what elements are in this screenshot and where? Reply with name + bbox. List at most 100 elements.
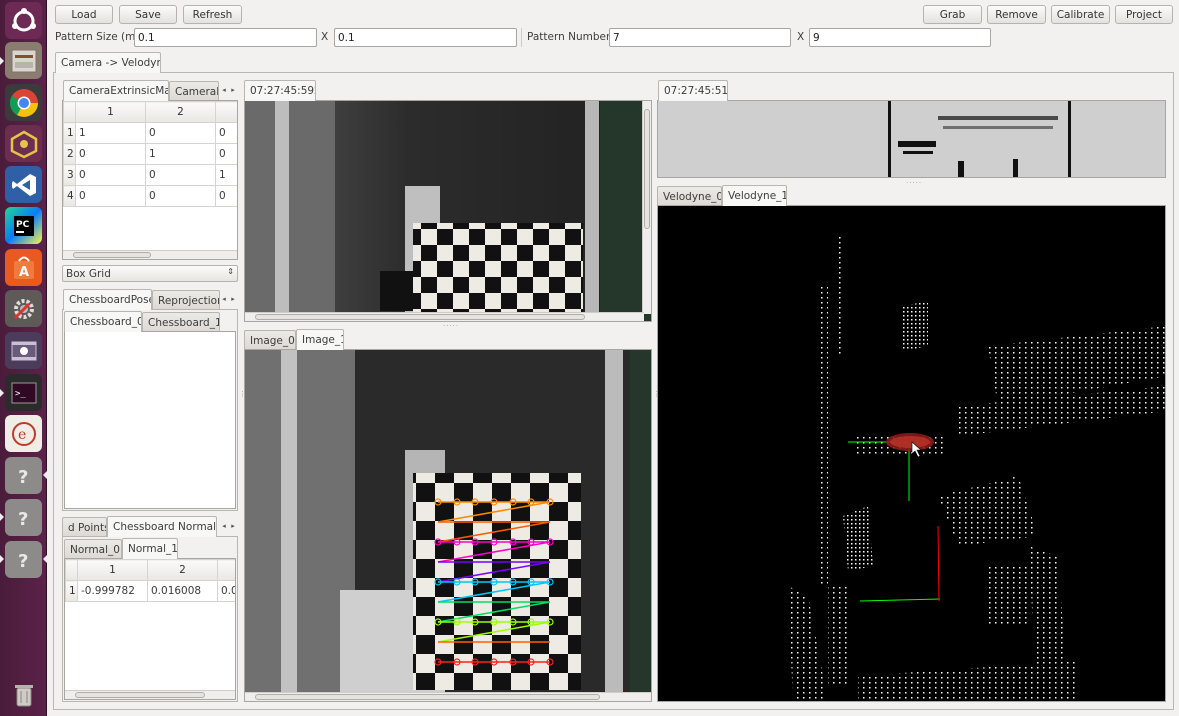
point-cloud-canvas xyxy=(788,211,1165,701)
tab-image-1[interactable]: Image_1 xyxy=(296,329,344,350)
svg-text:?: ? xyxy=(18,551,28,572)
column-header[interactable] xyxy=(217,559,235,581)
tab-chessboard-points[interactable]: d Points xyxy=(62,517,107,537)
tab-velodyne-0[interactable]: Velodyne_0 xyxy=(657,186,722,206)
tab-scroll-right-icon[interactable]: ▸ xyxy=(229,291,237,307)
tab-camera-extrinsic-mat[interactable]: CameraExtrinsicMat xyxy=(63,80,169,101)
x-separator: X xyxy=(321,31,329,43)
table-row: 3001 xyxy=(63,164,237,186)
pattern-size-x-input[interactable]: 0.1 xyxy=(134,28,317,47)
project-button[interactable]: Project xyxy=(1115,5,1173,24)
tab-camera-velodyne[interactable]: Camera -> Velodyne xyxy=(55,52,161,73)
tab-image-0[interactable]: Image_0 xyxy=(244,330,296,350)
files-icon[interactable] xyxy=(5,42,42,79)
table-cell[interactable]: 0 xyxy=(145,164,216,186)
tab-chessboard-1[interactable]: Chessboard_1 xyxy=(142,312,220,332)
tab-chessboard-normals[interactable]: Chessboard Normals xyxy=(107,516,217,537)
table-cell[interactable]: 0 xyxy=(145,122,216,144)
table-cell[interactable]: 0 xyxy=(75,185,146,207)
row-header[interactable]: 2 xyxy=(63,143,76,165)
table-cell[interactable]: 0.0 xyxy=(217,580,235,602)
row-header[interactable]: 1 xyxy=(63,122,76,144)
tab-chessboard-pose[interactable]: ChessboardPose xyxy=(63,289,152,310)
tab-chessboard-0[interactable]: Chessboard_0 xyxy=(64,311,142,332)
table-cell[interactable]: 0 xyxy=(215,143,237,165)
horizontal-scrollbar[interactable] xyxy=(245,312,644,321)
table-cell[interactable]: 0 xyxy=(75,143,146,165)
column-splitter[interactable]: ⋮ xyxy=(239,390,246,398)
column-header[interactable]: 1 xyxy=(75,101,146,123)
table-cell[interactable]: 1 xyxy=(215,164,237,186)
row-header[interactable]: 1 xyxy=(65,580,78,602)
horizontal-scrollbar[interactable] xyxy=(65,690,235,699)
unknown-app-icon[interactable]: ? xyxy=(5,541,42,578)
tab-scroll-right-icon[interactable]: ▸ xyxy=(229,518,237,534)
tab-reprojection[interactable]: Reprojection xyxy=(152,290,220,310)
app-running-pip xyxy=(0,555,4,563)
vscode-icon[interactable] xyxy=(5,166,42,203)
table-cell[interactable]: 0 xyxy=(215,122,237,144)
save-button[interactable]: Save xyxy=(119,5,177,24)
splitter-handle[interactable]: ····· xyxy=(906,179,922,187)
column-header[interactable] xyxy=(215,101,237,123)
svg-text:>_: >_ xyxy=(15,389,26,399)
horizontal-scrollbar[interactable] xyxy=(245,692,651,701)
unknown-app-icon[interactable]: ? xyxy=(5,457,42,494)
remove-button[interactable]: Remove xyxy=(987,5,1046,24)
terminal-icon[interactable]: >_ xyxy=(5,374,42,411)
corner-header xyxy=(65,559,78,581)
camera-image-bottom xyxy=(245,350,651,701)
pycharm-icon[interactable]: PC xyxy=(5,207,42,244)
grid-type-value: Box Grid xyxy=(66,267,111,280)
grid-type-select[interactable]: Box Grid ⇕ xyxy=(62,265,238,282)
column-splitter[interactable]: ⋮ xyxy=(653,390,660,398)
table-cell[interactable]: -0.999782 xyxy=(77,580,148,602)
table-cell[interactable]: 1 xyxy=(145,143,216,165)
tab-normal-1[interactable]: Normal_1 xyxy=(122,538,178,559)
tab-scroll-left-icon[interactable]: ◂ xyxy=(220,518,228,534)
table-cell[interactable]: 0.016008 xyxy=(147,580,218,602)
tab-camera-mat[interactable]: CameraMat xyxy=(169,81,219,101)
extrinsic-matrix-table: 12 1100 2010 3001 4000 xyxy=(62,100,238,260)
qt-creator-icon[interactable] xyxy=(5,125,42,162)
chrome-icon[interactable] xyxy=(5,84,42,121)
column-header[interactable]: 1 xyxy=(77,559,148,581)
table-cell[interactable]: 0 xyxy=(215,185,237,207)
tab-lidar-timestamp[interactable]: 07:27:45:514 xyxy=(658,80,728,101)
svg-text:?: ? xyxy=(18,467,28,488)
column-header[interactable]: 2 xyxy=(147,559,218,581)
pattern-number-x-input[interactable]: 7 xyxy=(609,28,791,47)
tab-normal-0[interactable]: Normal_0 xyxy=(64,539,122,559)
row-header[interactable]: 3 xyxy=(63,164,76,186)
tab-velodyne-1[interactable]: Velodyne_1 xyxy=(722,185,787,206)
point-cloud-view[interactable] xyxy=(657,205,1166,702)
vertical-scrollbar[interactable] xyxy=(642,101,651,314)
tab-camera-timestamp[interactable]: 07:27:45:592 xyxy=(244,80,316,101)
table-cell[interactable]: 0 xyxy=(145,185,216,207)
files-running-pip xyxy=(0,57,4,65)
tab-scroll-left-icon[interactable]: ◂ xyxy=(220,82,228,98)
tab-scroll-right-icon[interactable]: ▸ xyxy=(229,82,237,98)
trash-icon[interactable] xyxy=(5,676,42,713)
software-center-icon[interactable]: A xyxy=(5,249,42,286)
calibrate-button[interactable]: Calibrate xyxy=(1051,5,1110,24)
horizontal-scrollbar[interactable] xyxy=(63,250,237,259)
pattern-number-y-input[interactable]: 9 xyxy=(809,28,991,47)
column-header[interactable]: 2 xyxy=(145,101,216,123)
load-button[interactable]: Load xyxy=(55,5,113,24)
separator xyxy=(521,28,522,47)
tab-scroll-left-icon[interactable]: ◂ xyxy=(220,291,228,307)
ubuntu-dash-icon[interactable] xyxy=(5,2,42,39)
row-header[interactable]: 4 xyxy=(63,185,76,207)
pattern-size-y-input[interactable]: 0.1 xyxy=(334,28,517,47)
refresh-button[interactable]: Refresh xyxy=(183,5,242,24)
unknown-app-icon[interactable]: ? xyxy=(5,499,42,536)
table-cell[interactable]: 1 xyxy=(75,122,146,144)
texmaker-icon[interactable]: e xyxy=(5,415,42,452)
table-cell[interactable]: 0 xyxy=(75,164,146,186)
camera-image-view-top xyxy=(244,100,652,322)
grab-button[interactable]: Grab xyxy=(923,5,982,24)
system-settings-icon[interactable] xyxy=(5,290,42,327)
splitter-handle[interactable]: ····· xyxy=(443,322,459,330)
video-icon[interactable] xyxy=(5,332,42,369)
